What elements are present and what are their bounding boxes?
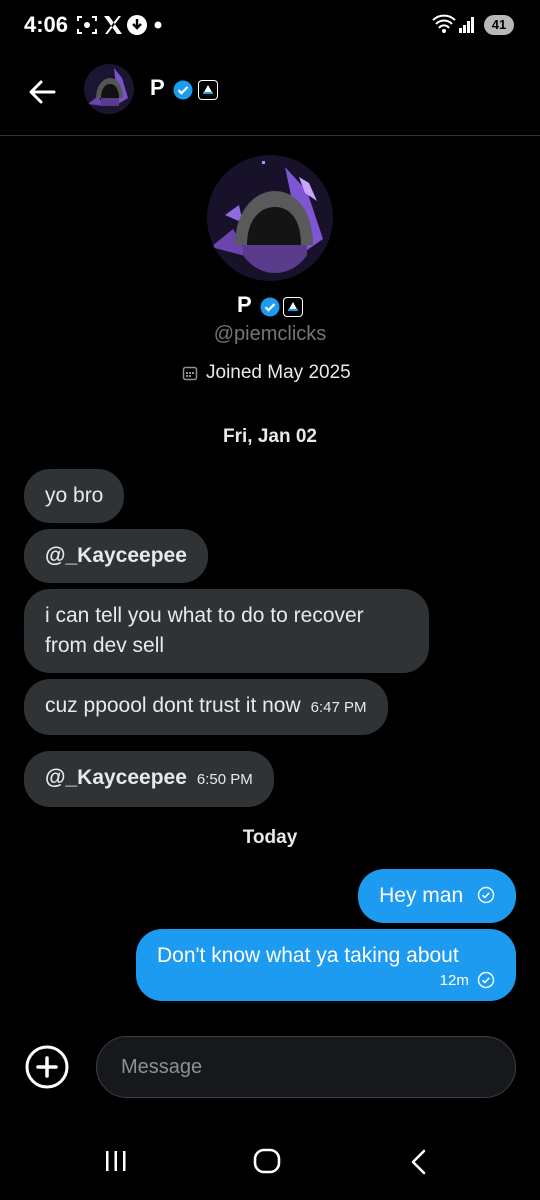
message-bubble-incoming[interactable]: @_Kayceepee bbox=[24, 529, 208, 583]
signal-icon bbox=[459, 17, 474, 33]
back-nav-icon[interactable] bbox=[408, 1149, 428, 1175]
sent-check-icon bbox=[477, 886, 495, 904]
message-input[interactable] bbox=[121, 1037, 491, 1097]
message-bubble-outgoing[interactable]: Hey man bbox=[358, 869, 516, 923]
affiliate-badge-icon bbox=[198, 80, 218, 100]
message-bubble-incoming[interactable]: cuz ppoool dont trust it now 6:47 PM bbox=[24, 679, 388, 735]
affiliate-badge-icon bbox=[283, 297, 303, 317]
mention-link[interactable]: @_Kayceepee bbox=[45, 766, 187, 789]
message-text: i can tell you what to do to recover bbox=[45, 604, 364, 627]
header-avatar[interactable] bbox=[84, 64, 134, 114]
status-bar: 4:06 41 bbox=[0, 0, 540, 50]
verified-badge-icon bbox=[173, 80, 193, 100]
recent-apps-icon[interactable] bbox=[104, 1150, 128, 1172]
message-text: Hey man bbox=[379, 884, 464, 907]
date-separator: Today bbox=[242, 827, 298, 848]
message-bubble-incoming[interactable]: i can tell you what to do to recover fro… bbox=[24, 589, 429, 673]
profile-name: P bbox=[237, 292, 252, 317]
header-name[interactable]: P bbox=[150, 75, 165, 101]
verified-badge-icon bbox=[260, 297, 280, 317]
message-composer bbox=[96, 1036, 516, 1098]
message-bubble-incoming[interactable]: @_Kayceepee 6:50 PM bbox=[24, 751, 274, 807]
message-time: 6:50 PM bbox=[196, 771, 253, 788]
message-time: 12m bbox=[439, 972, 469, 989]
joined-label: Joined May 2025 bbox=[206, 362, 351, 383]
x-logo-icon bbox=[104, 16, 122, 34]
calendar-icon bbox=[182, 366, 198, 381]
download-icon bbox=[127, 15, 147, 35]
profile-avatar[interactable] bbox=[207, 155, 333, 281]
home-icon[interactable] bbox=[253, 1148, 281, 1174]
message-text: yo bro bbox=[45, 484, 104, 507]
mention-link[interactable]: @_Kayceepee bbox=[45, 544, 187, 567]
wifi-icon bbox=[432, 14, 456, 33]
joined-date: Joined May 2025 bbox=[182, 362, 351, 384]
screenshot-icon bbox=[77, 16, 97, 34]
message-bubble-outgoing[interactable]: Don't know what ya taking about 12m bbox=[136, 929, 516, 1001]
date-separator: Fri, Jan 02 bbox=[223, 426, 317, 447]
status-time: 4:06 bbox=[24, 12, 69, 37]
system-nav-bar bbox=[0, 1120, 540, 1200]
profile-handle[interactable]: @piemclicks bbox=[0, 323, 540, 346]
message-text: from dev sell bbox=[45, 634, 165, 657]
message-text: Don't know what ya taking about bbox=[157, 944, 459, 967]
sent-check-icon bbox=[477, 971, 495, 989]
message-time: 6:47 PM bbox=[310, 699, 367, 716]
add-icon[interactable] bbox=[24, 1044, 70, 1090]
battery-level: 41 bbox=[491, 17, 507, 32]
message-meta: 12m bbox=[157, 971, 495, 991]
battery-indicator: 41 bbox=[484, 15, 514, 35]
notification-dot-icon bbox=[154, 21, 162, 29]
back-arrow-icon[interactable] bbox=[24, 74, 60, 110]
conversation-header: P bbox=[0, 50, 540, 136]
message-text: cuz ppoool dont trust it now bbox=[45, 694, 301, 717]
message-bubble-incoming[interactable]: yo bro bbox=[24, 469, 125, 523]
